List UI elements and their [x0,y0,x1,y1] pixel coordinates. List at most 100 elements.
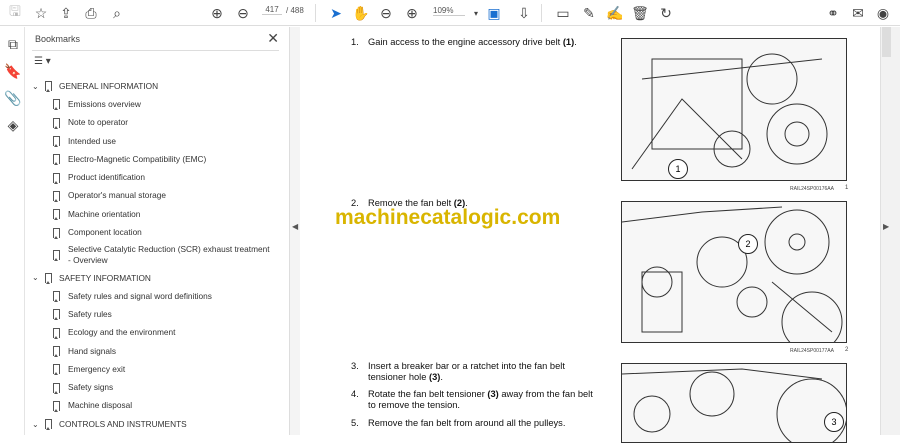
share-link-icon[interactable]: ⚭ [824,4,842,22]
bookmark-icon [53,117,60,129]
bookmark-list: ⌄ GENERAL INFORMATION Emissions overview No… [26,77,281,433]
bookmarks-icon[interactable]: 🔖 [4,62,22,80]
layers-icon[interactable]: ◈ [4,116,22,134]
pages-icon[interactable]: ⧉ [4,35,22,53]
bookmark-item[interactable]: ⌄ GENERAL INFORMATION [26,77,281,95]
delete-icon[interactable]: 🗑 [631,4,649,22]
bookmark-icon [53,190,60,202]
email-icon[interactable]: ✉ [849,4,867,22]
bookmark-label: Ecology and the environment [68,327,176,338]
bookmark-label: Machine disposal [68,400,133,411]
bookmark-icon [53,136,60,148]
bookmark-options-button[interactable]: ☰ ▾ [34,56,51,67]
bookmark-item[interactable]: Safety rules [26,305,281,323]
callout-2: 2 [738,234,758,254]
zoom-in-icon[interactable]: ⊕ [403,4,421,22]
bookmark-icon [53,172,60,184]
bookmark-item[interactable]: Note to operator [26,114,281,132]
bookmark-item[interactable]: Emergency exit [26,360,281,378]
scrollbar-thumb[interactable] [882,27,891,57]
zoom-out-icon[interactable]: ⊖ [377,4,395,22]
divider [315,4,316,22]
bookmark-icon [53,154,60,166]
bookmark-item[interactable]: Emissions overview [26,95,281,113]
bookmark-label: Component location [68,227,142,238]
bookmark-item[interactable]: Product identification [26,168,281,186]
bookmark-item[interactable]: Machine orientation [26,205,281,223]
bookmark-item[interactable]: Electro-Magnetic Compatibility (EMC) [26,150,281,168]
divider [32,50,279,51]
figure-number: 1 [845,185,849,191]
step-5: 5. Remove the fan belt from around all th… [351,418,566,428]
step-1: 1. Gain access to the engine accessory dr… [351,37,577,47]
bookmark-label: SAFETY INFORMATION [59,272,151,283]
bookmark-label: Machine orientation [68,208,141,219]
bookmark-item[interactable]: ⌄ SAFETY INFORMATION [26,269,281,287]
print-icon[interactable]: ⎙ [82,4,100,22]
engine-figure-1: 1 [621,38,847,181]
bookmark-item[interactable]: ⌄ CONTROLS AND INSTRUMENTS [26,415,281,433]
comment-icon[interactable]: ▭ [554,4,572,22]
figure-code: RAIL24SP00177AA [790,348,834,354]
collapse-panel-icon[interactable]: ◀ [292,222,298,231]
bookmark-label: Safety signs [68,382,114,393]
bookmark-star-icon[interactable]: ☆ [32,4,50,22]
account-icon[interactable]: ◉ [874,4,892,22]
bookmark-item[interactable]: Machine disposal [26,397,281,415]
expand-right-panel-icon[interactable]: ▶ [883,222,889,231]
bookmark-label: Selective Catalytic Reduction (SCR) exha… [68,244,270,266]
search-icon[interactable]: ⌕ [108,4,126,22]
document-page: 1. Gain access to the engine accessory dr… [300,27,880,443]
close-icon[interactable]: ✕ [267,30,279,47]
bookmark-label: Hand signals [68,345,116,356]
page-number-input[interactable]: 417 [262,5,282,15]
figure-number: 2 [845,347,849,353]
bookmark-icon [45,81,52,93]
figure-code: RAIL24SP00176AA [790,186,834,192]
bookmark-item[interactable]: Ecology and the environment [26,324,281,342]
callout-3: 3 [824,412,844,432]
bookmark-label: Safety rules [68,308,112,319]
bookmark-icon [53,327,60,339]
bookmark-item[interactable]: Safety rules and signal word definitions [26,287,281,305]
bookmark-label: Emergency exit [68,363,126,374]
page-fit-icon[interactable]: ▣ [485,4,503,22]
bookmark-item[interactable]: Hand signals [26,342,281,360]
panel-splitter[interactable] [290,27,300,435]
chevron-down-icon[interactable]: ⌄ [32,273,39,282]
bookmark-item[interactable]: Operator's manual storage [26,187,281,205]
bookmark-icon [45,272,52,284]
select-cursor-icon[interactable]: ➤ [327,4,345,22]
divider [541,4,542,22]
bookmark-icon [53,400,60,412]
bookmark-label: Operator's manual storage [68,190,166,201]
toolbar: 🖫 ☆ ⇪ ⎙ ⌕ ⊕ ⊖ 417 / 488 ➤ ✋ ⊖ ⊕ 109% ▾ ▣… [0,0,900,26]
bookmark-icon [53,382,60,394]
bookmark-label: Electro-Magnetic Compatibility (EMC) [68,153,207,164]
cloud-upload-icon[interactable]: ⇪ [57,4,75,22]
save-icon[interactable]: 🖫 [6,3,24,22]
hand-tool-icon[interactable]: ✋ [352,4,370,22]
bookmark-item[interactable]: Component location [26,223,281,241]
pen-icon[interactable]: ✎ [580,4,598,22]
zoom-select[interactable]: 109% [433,6,465,16]
engine-figure-2: 2 [621,201,847,343]
scroll-mode-icon[interactable]: ⇩ [515,4,533,22]
bookmark-item[interactable]: Selective Catalytic Reduction (SCR) exha… [26,242,281,269]
attachments-icon[interactable]: 📎 [4,89,22,107]
sign-icon[interactable]: ✍ [606,4,624,22]
rotate-icon[interactable]: ↻ [657,4,675,22]
bookmark-item[interactable]: Safety signs [26,378,281,396]
bookmark-label: Intended use [68,135,116,146]
bookmark-icon [53,291,60,303]
bookmark-icon [53,364,60,376]
bookmarks-panel: Bookmarks ✕ ☰ ▾ ⌄ GENERAL INFORMATION Emis… [26,27,310,435]
bookmark-item[interactable]: Intended use [26,132,281,150]
document-scrollbar[interactable] [880,27,900,435]
next-page-icon[interactable]: ⊖ [234,4,252,22]
chevron-down-icon[interactable]: ⌄ [32,420,39,429]
bookmark-icon [53,309,60,321]
chevron-down-icon[interactable]: ⌄ [32,82,39,91]
previous-page-icon[interactable]: ⊕ [208,4,226,22]
chevron-down-icon[interactable]: ▾ [467,4,485,22]
